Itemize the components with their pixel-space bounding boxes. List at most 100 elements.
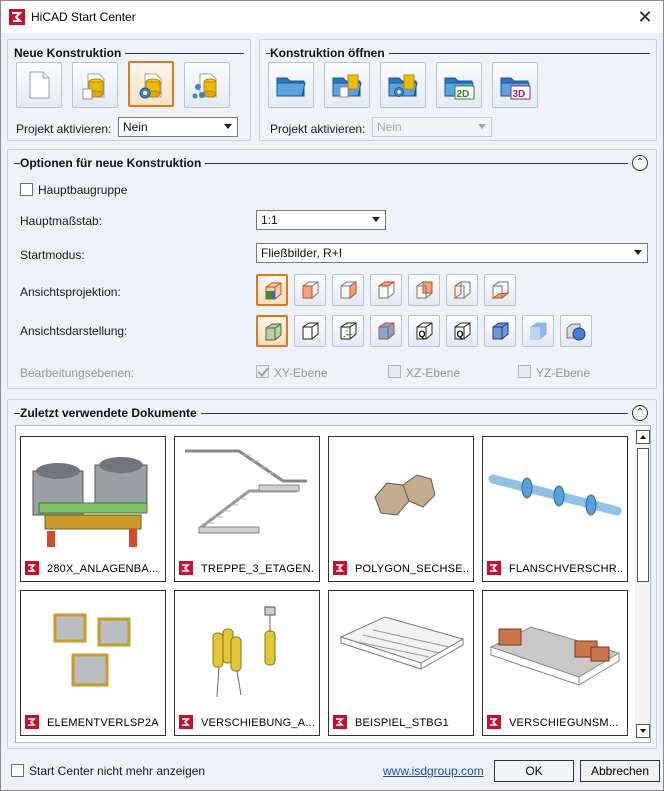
display-wireframe-button[interactable] [294,315,326,347]
scale-value: 1:1 [261,213,278,227]
new-document-icon [29,71,50,99]
scroll-thumb[interactable] [637,448,649,582]
cube-projection-bottom-icon [491,281,510,299]
cube-quality-hidden-icon: Q [454,322,471,340]
projection-bottom-button[interactable] [484,274,516,306]
xy-plane-checkbox [256,365,269,378]
document-name: FLANSCHVERSCHR... [509,563,623,575]
hicad-document-icon [179,715,193,729]
open-3d-button[interactable]: 3D [492,62,538,108]
open-folder-assembly-button[interactable] [324,62,370,108]
open-folder-button[interactable] [268,62,314,108]
dont-show-checkbox[interactable] [11,764,24,777]
open-construction-title: Konstruktion öffnen [270,46,389,60]
window-title: HiCAD Start Center [31,10,136,24]
scroll-down-icon[interactable] [636,724,650,738]
open-project-activate-select: Nein [372,117,492,137]
projection-left-button[interactable] [446,274,478,306]
display-blue-shaded-button[interactable] [484,315,516,347]
display-smooth-button[interactable] [522,315,554,347]
main-assembly-checkbox[interactable] [20,183,33,196]
title-bar: HiCAD Start Center ✕ [1,1,663,33]
start-mode-select[interactable]: Fließbilder, R+I [256,243,648,263]
document-card[interactable]: VERSCHIEBUNG_A... [174,590,320,736]
display-quality-button[interactable]: Q [408,315,440,347]
new-project-activate-select[interactable]: Nein [118,117,238,137]
cube-projection-front-icon [302,281,319,299]
document-card[interactable]: POLYGON_SECHSE... [328,436,474,582]
start-mode-label: Startmodus: [20,248,85,262]
document-card[interactable]: 280X_ANLAGENBA... [20,436,166,582]
new-assembly-network-button[interactable] [184,62,230,108]
projection-side-button[interactable] [332,274,364,306]
document-card[interactable]: VERSCHIEGUNSM... [482,590,628,736]
document-card[interactable]: TREPPE_3_ETAGEN... [174,436,320,582]
display-quality-hidden-button[interactable]: Q [446,315,478,347]
options-title: Optionen für neue Konstruktion [20,156,206,170]
cancel-button[interactable]: Abbrechen [580,760,660,782]
projection-iso-button[interactable] [256,274,288,306]
hicad-logo-icon [9,9,25,25]
ok-button[interactable]: OK [494,760,574,782]
flange-pipe-thumbnail [488,474,622,516]
display-colored-button[interactable] [370,315,402,347]
xz-plane-label: XZ-Ebene [406,366,461,380]
open-folder-gear-button[interactable] [380,62,426,108]
cube-projection-side-icon [340,281,357,300]
new-assembly-icon [82,73,105,100]
new-assembly-button[interactable] [72,62,118,108]
close-icon[interactable]: ✕ [633,5,657,29]
new-project-activate-value: Nein [123,120,148,134]
projection-front-button[interactable] [294,274,326,306]
new-document-button[interactable] [16,62,62,108]
display-hidden-lines-button[interactable] [332,315,364,347]
concrete-slab-thumbnail [489,626,621,686]
xz-plane-checkbox [388,365,401,378]
cube-projection-back-icon [416,281,433,299]
xy-plane-label: XY-Ebene [274,366,328,380]
new-assembly-gear-icon [139,73,162,99]
display-shaded-button[interactable] [256,315,288,347]
shifted-tanks-thumbnail [212,606,276,698]
hicad-document-icon [487,561,501,575]
open-3d-icon: 3D [500,77,531,100]
projection-back-button[interactable] [408,274,440,306]
recent-documents-list: 280X_ANLAGENBA... TREPPE_3_ETAGEN... POL… [15,425,651,743]
yz-plane-label: YZ-Ebene [536,366,591,380]
open-folder-icon [276,77,306,97]
cube-blue-shaded-icon [492,322,509,340]
display-sphere-button[interactable] [560,315,592,347]
hicad-document-icon [487,715,501,729]
document-name: ELEMENTVERLSP2A [47,717,159,729]
open-2d-button[interactable]: 2D [436,62,482,108]
projection-top-button[interactable] [370,274,402,306]
collapse-recent-icon[interactable]: ⌃ [632,405,648,421]
start-mode-value: Fließbilder, R+I [261,246,343,260]
chevron-down-icon [372,217,380,222]
new-assembly-gear-button[interactable] [128,61,174,107]
document-card[interactable]: ELEMENTVERLSP2A [20,590,166,736]
document-card[interactable]: FLANSCHVERSCHR... [482,436,628,582]
start-center-window: HiCAD Start Center ✕ Neue Konstruktion P… [0,0,664,791]
new-construction-group: Neue Konstruktion Projekt aktivieren: Ne… [7,39,251,141]
isdgroup-link[interactable]: www.isdgroup.com [383,764,484,778]
hicad-document-icon [179,561,193,575]
document-name: VERSCHIEBUNG_A... [201,717,315,729]
cube-projection-iso-icon [265,282,282,300]
document-card[interactable]: BEISPIEL_STBG1 [328,590,474,736]
display-label: Ansichtsdarstellung: [20,324,128,338]
cube-colored-icon [378,322,395,340]
documents-scrollbar[interactable] [635,428,650,740]
scroll-up-icon[interactable] [636,430,650,444]
scale-select[interactable]: 1:1 [256,210,386,230]
document-name: BEISPIEL_STBG1 [355,717,449,729]
element-panels-thumbnail [53,613,131,687]
hicad-document-icon [333,561,347,575]
open-folder-assembly-icon [332,74,362,98]
quality-q-label: Q [419,329,426,339]
collapse-options-icon[interactable]: ⌃ [632,155,648,171]
chevron-down-icon [478,124,486,129]
new-construction-title: Neue Konstruktion [14,46,126,60]
staircase-thumbnail [185,449,307,534]
badge-3d-label: 3D [513,89,526,100]
